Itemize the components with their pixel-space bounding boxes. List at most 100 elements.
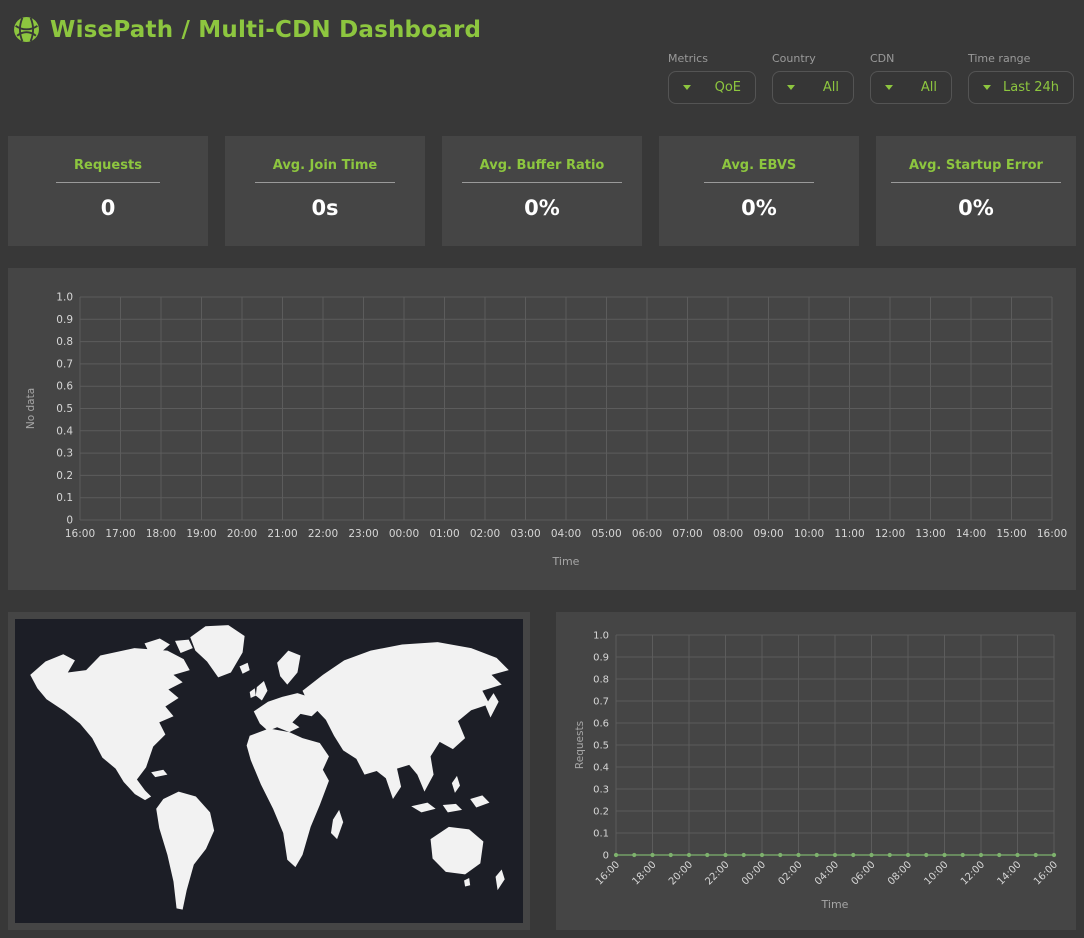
svg-text:17:00: 17:00 [105,528,135,540]
svg-text:08:00: 08:00 [886,859,914,887]
time-range-dropdown[interactable]: Last 24h [968,71,1074,104]
chevron-down-icon [683,85,691,90]
filter-time-range: Time range Last 24h [968,52,1074,104]
kpi-value: 0% [659,196,859,220]
svg-text:02:00: 02:00 [776,859,804,887]
svg-text:0.5: 0.5 [593,741,609,752]
svg-text:00:00: 00:00 [740,859,768,887]
svg-text:0.6: 0.6 [56,381,73,393]
chevron-down-icon [885,85,893,90]
qoe-timeseries-chart[interactable]: 1.00.90.80.70.60.50.40.30.20.1016:0017:0… [8,268,1076,590]
svg-text:14:00: 14:00 [995,859,1023,887]
header: WisePath / Multi-CDN Dashboard Metrics Q… [0,0,1084,114]
svg-text:15:00: 15:00 [996,528,1026,540]
kpi-title: Avg. Join Time [255,158,396,183]
svg-text:10:00: 10:00 [794,528,824,540]
kpi-value: 0 [8,196,208,220]
svg-text:22:00: 22:00 [308,528,338,540]
svg-text:0.1: 0.1 [56,492,73,504]
svg-text:12:00: 12:00 [959,859,987,887]
metrics-dropdown-value: QoE [715,80,741,95]
svg-text:09:00: 09:00 [753,528,783,540]
filter-country-label: Country [772,52,854,65]
svg-text:14:00: 14:00 [956,528,986,540]
kpi-value: 0s [225,196,425,220]
kpi-card-avg-startup-error: Avg. Startup Error 0% [876,136,1076,246]
requests-timeseries-chart[interactable]: 1.00.90.80.70.60.50.40.30.20.1016:0018:0… [556,612,1076,930]
svg-text:0.9: 0.9 [56,314,73,326]
chevron-down-icon [983,85,991,90]
svg-text:19:00: 19:00 [186,528,216,540]
svg-text:05:00: 05:00 [591,528,621,540]
svg-text:0.2: 0.2 [56,470,73,482]
world-map[interactable] [15,619,523,923]
filter-country: Country All [772,52,854,104]
kpi-value: 0% [876,196,1076,220]
chevron-down-icon [787,85,795,90]
svg-text:0: 0 [603,851,609,862]
svg-text:18:00: 18:00 [146,528,176,540]
kpi-card-requests: Requests 0 [8,136,208,246]
svg-text:06:00: 06:00 [632,528,662,540]
filter-metrics-label: Metrics [668,52,756,65]
svg-text:0.2: 0.2 [593,807,609,818]
kpi-card-avg-ebvs: Avg. EBVS 0% [659,136,859,246]
svg-text:03:00: 03:00 [510,528,540,540]
kpi-title: Avg. Startup Error [891,158,1061,183]
filter-metrics: Metrics QoE [668,52,756,104]
kpi-card-avg-buffer-ratio: Avg. Buffer Ratio 0% [442,136,642,246]
kpi-card-avg-join-time: Avg. Join Time 0s [225,136,425,246]
svg-text:04:00: 04:00 [813,859,841,887]
svg-text:0.9: 0.9 [593,653,609,664]
filter-time-range-label: Time range [968,52,1074,65]
svg-text:0.4: 0.4 [56,425,73,437]
svg-text:0.8: 0.8 [56,336,73,348]
svg-text:16:00: 16:00 [1032,859,1060,887]
svg-text:0.4: 0.4 [593,763,609,774]
svg-text:0.3: 0.3 [56,448,73,460]
kpi-title: Avg. Buffer Ratio [462,158,623,183]
app-logo-icon [13,16,40,43]
svg-text:0.7: 0.7 [593,697,609,708]
svg-text:01:00: 01:00 [429,528,459,540]
svg-text:10:00: 10:00 [922,859,950,887]
requests-chart-panel: 1.00.90.80.70.60.50.40.30.20.1016:0018:0… [556,612,1076,930]
country-dropdown[interactable]: All [772,71,854,104]
kpi-value: 0% [442,196,642,220]
svg-text:Time: Time [821,898,849,911]
svg-text:16:00: 16:00 [594,859,622,887]
cdn-dropdown[interactable]: All [870,71,952,104]
svg-text:13:00: 13:00 [915,528,945,540]
svg-text:20:00: 20:00 [227,528,257,540]
svg-text:0.6: 0.6 [593,719,609,730]
svg-text:Requests: Requests [574,721,586,769]
svg-text:0.8: 0.8 [593,675,609,686]
brand: WisePath / Multi-CDN Dashboard [0,0,1084,43]
metrics-dropdown[interactable]: QoE [668,71,756,104]
svg-text:16:00: 16:00 [1037,528,1067,540]
svg-text:22:00: 22:00 [703,859,731,887]
svg-text:18:00: 18:00 [630,859,658,887]
svg-text:07:00: 07:00 [672,528,702,540]
svg-text:0.3: 0.3 [593,785,609,796]
page-title: WisePath / Multi-CDN Dashboard [50,17,481,43]
svg-text:20:00: 20:00 [667,859,695,887]
svg-text:00:00: 00:00 [389,528,419,540]
bottom-row: 1.00.90.80.70.60.50.40.30.20.1016:0018:0… [8,612,1076,930]
svg-text:0.5: 0.5 [56,403,73,415]
cdn-dropdown-value: All [921,80,937,95]
svg-text:1.0: 1.0 [56,292,73,304]
kpi-title: Requests [56,158,160,183]
svg-text:Time: Time [552,555,580,568]
svg-text:No data: No data [25,388,37,429]
filter-cdn: CDN All [870,52,952,104]
svg-text:06:00: 06:00 [849,859,877,887]
svg-text:23:00: 23:00 [348,528,378,540]
svg-text:0.7: 0.7 [56,358,73,370]
filter-cdn-label: CDN [870,52,952,65]
svg-text:0.1: 0.1 [593,829,609,840]
svg-text:1.0: 1.0 [593,631,609,642]
svg-text:21:00: 21:00 [267,528,297,540]
svg-text:02:00: 02:00 [470,528,500,540]
time-range-dropdown-value: Last 24h [1003,80,1059,95]
